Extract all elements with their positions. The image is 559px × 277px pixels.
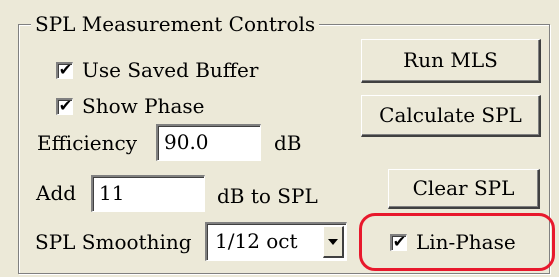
show-phase-checkbox[interactable]: ✔ Show Phase: [56, 95, 204, 117]
checkmark-icon: ✔: [58, 95, 73, 115]
add-input[interactable]: 11: [91, 175, 205, 212]
spl-smoothing-value: 1/12 oct: [215, 229, 298, 253]
efficiency-unit: dB: [274, 131, 302, 155]
run-mls-button[interactable]: Run MLS: [361, 39, 541, 83]
efficiency-label: Efficiency: [37, 131, 138, 155]
clear-spl-button[interactable]: Clear SPL: [388, 169, 540, 209]
add-label: Add: [36, 181, 77, 205]
spl-smoothing-label: SPL Smoothing: [35, 230, 192, 254]
use-saved-buffer-box[interactable]: ✔: [56, 59, 73, 79]
show-phase-box[interactable]: ✔: [56, 95, 73, 115]
use-saved-buffer-checkbox[interactable]: ✔ Use Saved Buffer: [56, 59, 258, 81]
chevron-down-icon: [328, 239, 338, 245]
efficiency-input[interactable]: 90.0: [156, 124, 261, 161]
show-phase-label: Show Phase: [82, 94, 205, 118]
use-saved-buffer-label: Use Saved Buffer: [82, 58, 259, 82]
dropdown-arrow-button[interactable]: [323, 226, 344, 258]
checkmark-icon: ✔: [58, 59, 73, 79]
group-title: SPL Measurement Controls: [31, 12, 320, 36]
add-unit: dB to SPL: [217, 184, 318, 208]
lin-phase-highlight: [359, 213, 555, 271]
spl-smoothing-select[interactable]: 1/12 oct: [205, 222, 347, 261]
calculate-spl-button[interactable]: Calculate SPL: [361, 95, 541, 137]
spl-measurement-panel: SPL Measurement Controls ✔ Use Saved Buf…: [0, 0, 559, 277]
